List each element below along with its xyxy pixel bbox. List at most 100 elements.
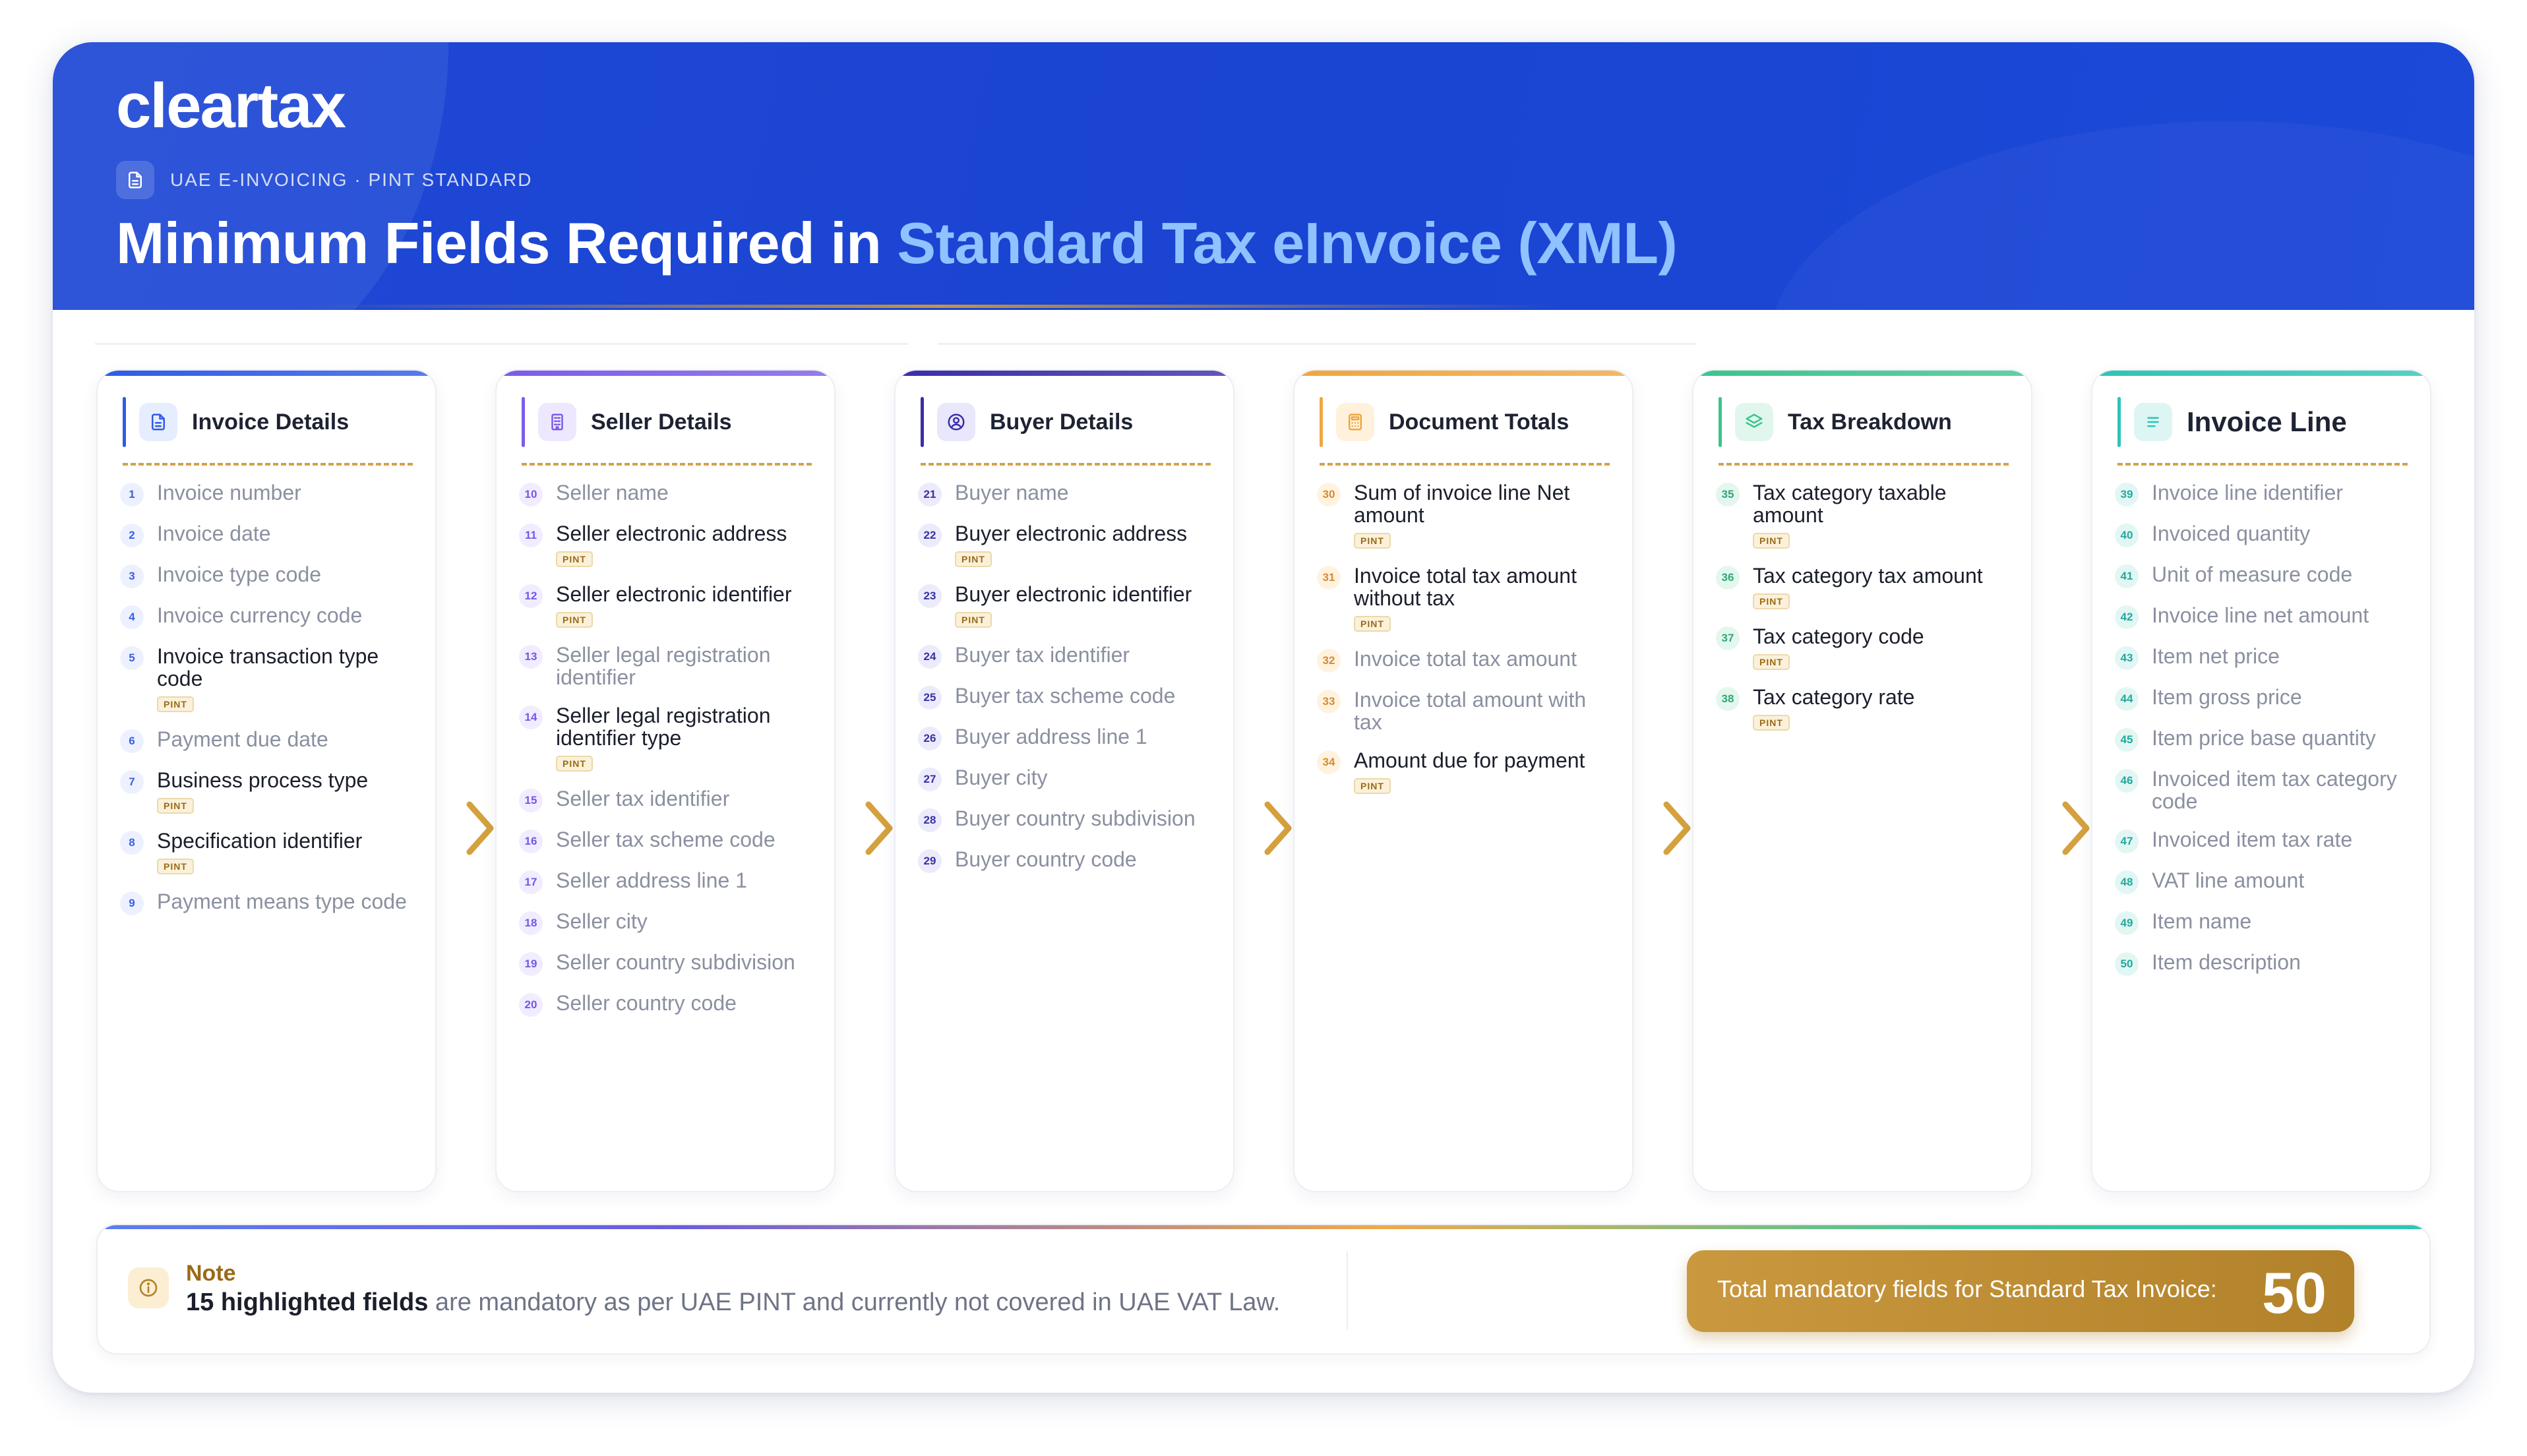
card-header: Document Totals bbox=[1320, 397, 1569, 447]
field-body: Invoice total amount with tax bbox=[1354, 688, 1616, 733]
field-body: Item description bbox=[2152, 951, 2414, 973]
header-decoration bbox=[1767, 121, 2474, 310]
chevron-right-icon bbox=[460, 798, 500, 859]
field-number: 25 bbox=[918, 686, 942, 710]
field-body: Seller electronic identifier PINT bbox=[556, 583, 818, 628]
card-title: Document Totals bbox=[1389, 409, 1569, 435]
card-title: Tax Breakdown bbox=[1788, 409, 1952, 435]
field-body: Buyer tax identifier bbox=[955, 644, 1217, 666]
field-body: Tax category rate PINT bbox=[1753, 686, 2015, 731]
field-item: 11 Seller electronic address PINT bbox=[519, 522, 818, 567]
field-number: 36 bbox=[1716, 566, 1740, 590]
field-number: 2 bbox=[120, 524, 144, 547]
field-item: 33 Invoice total amount with tax bbox=[1317, 688, 1616, 733]
field-number: 18 bbox=[519, 911, 543, 935]
field-body: Invoice currency code bbox=[157, 604, 419, 626]
field-body: Item price base quantity bbox=[2152, 727, 2414, 749]
chevron-right-icon bbox=[2056, 798, 2096, 859]
field-item: 32 Invoice total tax amount bbox=[1317, 648, 1616, 673]
pint-badge: PINT bbox=[1354, 533, 1391, 549]
field-body: Seller country code bbox=[556, 992, 818, 1014]
document-icon bbox=[139, 403, 177, 441]
field-item: 38 Tax category rate PINT bbox=[1716, 686, 2015, 731]
field-item: 6 Payment due date bbox=[120, 728, 419, 753]
field-body: Tax category taxable amount PINT bbox=[1753, 481, 2015, 549]
field-body: Invoice line identifier bbox=[2152, 481, 2414, 504]
field-label: Buyer electronic identifier bbox=[955, 582, 1192, 606]
divider bbox=[1347, 1252, 1348, 1329]
field-item: 45 Item price base quantity bbox=[2115, 727, 2414, 752]
field-number: 43 bbox=[2115, 646, 2139, 670]
field-body: Seller address line 1 bbox=[556, 869, 818, 892]
field-item: 5 Invoice transaction type code PINT bbox=[120, 645, 419, 712]
brand-logo: cleartax bbox=[116, 71, 346, 141]
field-label: Invoice number bbox=[157, 481, 301, 504]
field-body: Invoice type code bbox=[157, 563, 419, 586]
section-card-buyer-details: Buyer Details 21 Buyer name 22 Buyer electro… bbox=[894, 369, 1234, 1192]
field-body: Tax category code PINT bbox=[1753, 625, 2015, 670]
field-body: Seller country subdivision bbox=[556, 951, 818, 973]
field-label: Payment due date bbox=[157, 727, 328, 751]
pint-badge: PINT bbox=[157, 798, 194, 814]
field-item: 40 Invoiced quantity bbox=[2115, 522, 2414, 547]
field-label: Invoiced quantity bbox=[2152, 522, 2311, 545]
header-banner: cleartax UAE E-INVOICING · PINT STANDARD… bbox=[53, 42, 2474, 310]
field-number: 12 bbox=[519, 584, 543, 608]
field-label: Buyer name bbox=[955, 481, 1069, 504]
field-body: Unit of measure code bbox=[2152, 563, 2414, 586]
field-label: Buyer city bbox=[955, 766, 1048, 789]
field-number: 37 bbox=[1716, 626, 1740, 650]
field-item: 17 Seller address line 1 bbox=[519, 869, 818, 894]
field-body: Invoiced item tax rate bbox=[2152, 828, 2414, 851]
field-body: Seller city bbox=[556, 910, 818, 932]
field-body: Invoice total tax amount bbox=[1354, 648, 1616, 670]
card-accent-strip bbox=[497, 371, 834, 376]
field-number: 9 bbox=[120, 892, 144, 915]
field-item: 29 Buyer country code bbox=[918, 848, 1217, 873]
field-number: 1 bbox=[120, 483, 144, 506]
note-body: are mandatory as per UAE PINT and curren… bbox=[428, 1289, 1281, 1316]
field-number: 14 bbox=[519, 706, 543, 729]
field-body: Seller legal registration identifier bbox=[556, 644, 818, 688]
card-accent-bar bbox=[1320, 397, 1323, 447]
field-label: Invoice line identifier bbox=[2152, 481, 2343, 504]
field-item: 7 Business process type PINT bbox=[120, 769, 419, 814]
card-header: Buyer Details bbox=[921, 397, 1133, 447]
field-number: 50 bbox=[2115, 952, 2139, 976]
card-divider bbox=[123, 463, 413, 466]
field-label: Buyer tax scheme code bbox=[955, 684, 1176, 708]
card-header: Invoice Details bbox=[123, 397, 349, 447]
card-accent-bar bbox=[2117, 397, 2121, 447]
field-label: Item name bbox=[2152, 909, 2252, 933]
field-label: Buyer address line 1 bbox=[955, 725, 1147, 748]
document-icon bbox=[116, 161, 154, 199]
chevron-right-icon bbox=[859, 798, 899, 859]
field-number: 4 bbox=[120, 605, 144, 629]
field-body: Specification identifier PINT bbox=[157, 830, 419, 874]
field-item: 18 Seller city bbox=[519, 910, 818, 935]
field-body: Invoice number bbox=[157, 481, 419, 504]
user-icon bbox=[937, 403, 975, 441]
field-label: Seller tax identifier bbox=[556, 787, 730, 810]
field-item: 30 Sum of invoice line Net amount PINT bbox=[1317, 481, 1616, 549]
pint-badge: PINT bbox=[1753, 533, 1790, 549]
field-item: 25 Buyer tax scheme code bbox=[918, 684, 1217, 710]
field-number: 34 bbox=[1317, 750, 1341, 774]
info-icon bbox=[128, 1267, 169, 1308]
field-number: 39 bbox=[2115, 483, 2139, 506]
card-title: Invoice Details bbox=[192, 409, 350, 435]
field-list: 39 Invoice line identifier 40 Invoiced quan… bbox=[2115, 481, 2414, 992]
field-body: VAT line amount bbox=[2152, 869, 2414, 892]
field-label: Seller electronic address bbox=[556, 522, 787, 545]
card-accent-strip bbox=[1693, 371, 2031, 376]
field-item: 1 Invoice number bbox=[120, 481, 419, 506]
pint-badge: PINT bbox=[556, 551, 593, 567]
field-number: 7 bbox=[120, 770, 144, 794]
card-title: Buyer Details bbox=[990, 409, 1134, 435]
card-accent-bar bbox=[522, 397, 525, 447]
field-item: 8 Specification identifier PINT bbox=[120, 830, 419, 874]
field-number: 24 bbox=[918, 645, 942, 669]
field-number: 31 bbox=[1317, 566, 1341, 590]
field-label: Invoice line net amount bbox=[2152, 603, 2369, 627]
field-label: Sum of invoice line Net amount bbox=[1354, 481, 1570, 527]
